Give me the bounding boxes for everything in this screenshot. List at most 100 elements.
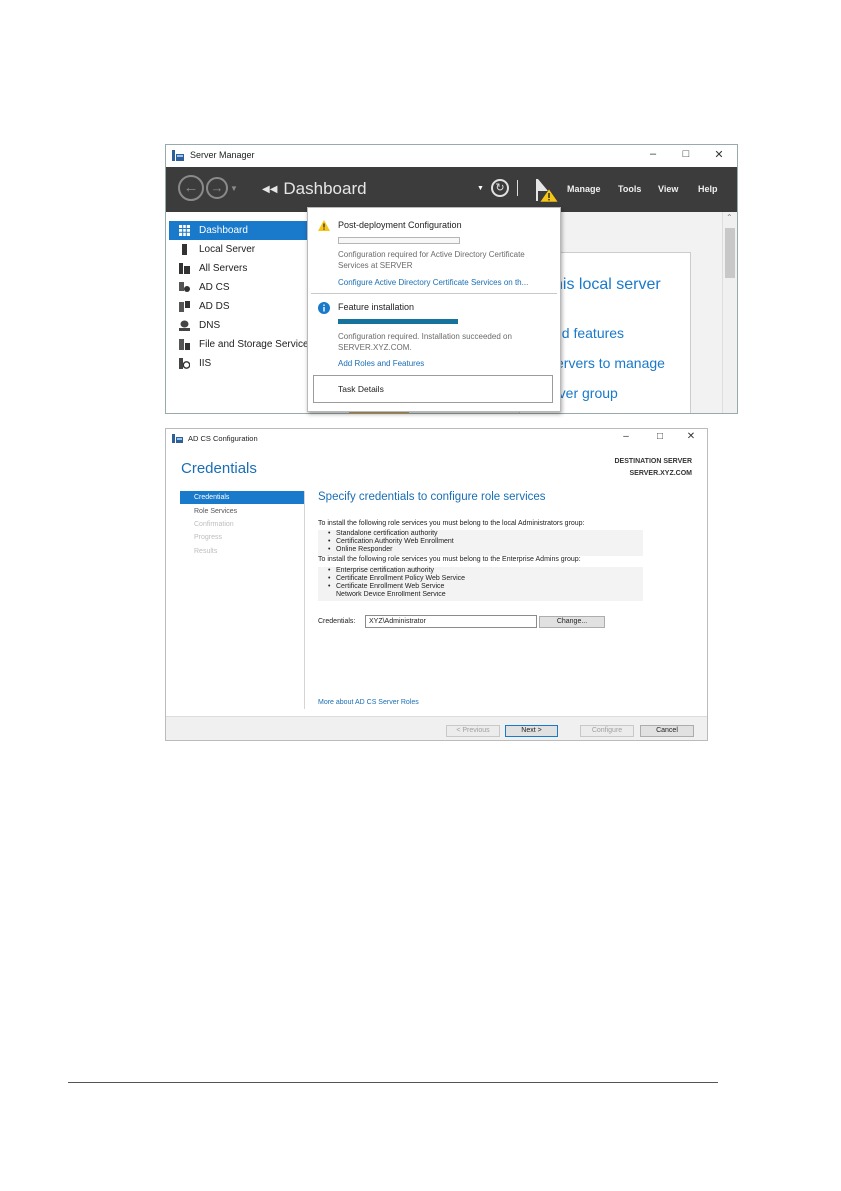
post-deploy-text: Configuration required for Active Direct… [338, 250, 525, 270]
create-server-group-link[interactable]: rver group [554, 385, 618, 401]
main-title: Specify credentials to configure role se… [318, 491, 546, 503]
sidebar-item-local-server[interactable]: Local Server [169, 240, 309, 259]
menu-help[interactable]: Help [698, 184, 718, 194]
vertical-scrollbar[interactable]: ⌃ [722, 212, 737, 413]
previous-button[interactable]: < Previous [446, 725, 500, 737]
configure-local-server-link[interactable]: his local server [554, 276, 661, 294]
menu-manage[interactable]: Manage [567, 184, 601, 194]
sidebar-item-label: DNS [199, 320, 221, 331]
nav-progress: Progress [194, 534, 223, 541]
local-admin-text: To install the following role services y… [318, 520, 585, 527]
sidebar-item-label: All Servers [199, 263, 248, 274]
add-roles-features-link[interactable]: Add Roles and Features [338, 359, 424, 368]
role-item: Standalone certification authority [328, 530, 438, 537]
wizard-footer: < Previous Next > Configure Cancel [166, 716, 707, 740]
warning-icon [318, 220, 330, 231]
sidebar-item-label: IIS [199, 358, 212, 369]
maximize-button[interactable]: □ [653, 431, 667, 442]
history-dropdown-icon[interactable]: ▼ [230, 184, 238, 193]
nav-divider [304, 491, 305, 709]
feature-install-progress-bar [338, 319, 458, 324]
nav-role-services[interactable]: Role Services [180, 505, 304, 518]
credentials-field[interactable]: XYZ\Administrator [365, 615, 537, 628]
notifications-flag-icon[interactable] [534, 177, 560, 203]
configure-button[interactable]: Configure [580, 725, 634, 737]
close-button[interactable]: ✕ [684, 431, 698, 442]
destination-server: DESTINATION SERVER SERVER.XYZ.COM [614, 456, 692, 480]
server-manager-app-icon [172, 150, 184, 161]
breadcrumb: ◀◀ Dashboard [262, 179, 367, 199]
title-bar: Server Manager – □ ✕ [166, 145, 737, 167]
sidebar-item-label: AD CS [199, 282, 230, 293]
nav-credentials[interactable]: Credentials [180, 491, 304, 504]
info-icon [318, 302, 330, 314]
sidebar-item-all-servers[interactable]: All Servers [169, 259, 309, 278]
menu-view[interactable]: View [658, 184, 678, 194]
breadcrumb-chevron-icon: ◀◀ [262, 184, 278, 195]
forward-button[interactable]: → [206, 177, 228, 199]
adcs-configuration-window: AD CS Configuration – □ ✕ Credentials DE… [165, 428, 708, 741]
destination-value: SERVER.XYZ.COM [629, 470, 693, 477]
add-servers-link[interactable]: servers to manage [549, 355, 665, 371]
role-item: Certificate Enrollment Policy Web Servic… [328, 575, 465, 582]
destination-label: DESTINATION SERVER [614, 458, 692, 465]
more-about-adcs-link[interactable]: More about AD CS Server Roles [318, 699, 419, 706]
change-button[interactable]: Change... [539, 616, 605, 628]
maximize-button[interactable]: □ [679, 148, 693, 160]
sidebar-item-dashboard[interactable]: Dashboard [169, 221, 309, 240]
nav-confirmation: Confirmation [194, 521, 234, 528]
sidebar-item-adcs[interactable]: AD CS [169, 278, 309, 297]
divider [311, 293, 557, 294]
sidebar-item-label: Local Server [199, 244, 256, 255]
all-servers-icon [179, 263, 190, 274]
toolbar: ← → ▼ ◀◀ Dashboard ▼ ↻ Manage Tools View … [166, 167, 737, 212]
breadcrumb-dropdown-icon[interactable]: ▼ [477, 185, 484, 192]
role-item: Enterprise certification authority [328, 567, 434, 574]
back-button[interactable]: ← [178, 175, 204, 201]
adds-icon [179, 301, 190, 312]
sidebar-item-label: File and Storage Service [199, 339, 309, 350]
dns-icon [179, 320, 190, 331]
window-title: Server Manager [190, 150, 255, 160]
task-details-button[interactable]: Task Details [313, 375, 553, 403]
file-storage-icon [179, 339, 190, 350]
cancel-button[interactable]: Cancel [640, 725, 694, 737]
adcs-app-icon [172, 434, 183, 443]
sidebar-item-adds[interactable]: AD DS [169, 297, 309, 316]
next-button[interactable]: Next > [505, 725, 558, 737]
breadcrumb-dashboard[interactable]: Dashboard [283, 179, 366, 198]
minimize-button[interactable]: – [646, 148, 660, 160]
post-deploy-title: Post-deployment Configuration [338, 220, 462, 230]
local-server-icon [182, 244, 187, 255]
post-deploy-progress-bar [338, 237, 460, 244]
page-heading: Credentials [181, 460, 257, 477]
role-item: Certification Authority Web Enrollment [328, 538, 454, 545]
refresh-icon[interactable]: ↻ [491, 179, 509, 197]
dashboard-grid-icon [179, 225, 190, 236]
sidebar-item-iis[interactable]: IIS [169, 354, 309, 373]
menu-tools[interactable]: Tools [618, 184, 641, 194]
add-roles-link[interactable]: nd features [554, 325, 624, 341]
scrollbar-thumb[interactable] [725, 228, 735, 278]
feature-install-text: Configuration required. Installation suc… [338, 332, 512, 352]
iis-icon [179, 358, 190, 369]
role-item: Network Device Enrollment Service [336, 591, 446, 600]
feature-install-title: Feature installation [338, 302, 415, 312]
role-item: Online Responder [328, 546, 393, 553]
scroll-up-arrow-icon[interactable]: ⌃ [726, 213, 733, 222]
notifications-popup: Post-deployment Configuration Configurat… [307, 207, 561, 412]
sidebar-item-label: AD DS [199, 301, 230, 312]
toolbar-divider [517, 180, 518, 196]
role-item: Certificate Enrollment Web Service [328, 583, 444, 590]
minimize-button[interactable]: – [619, 431, 633, 442]
close-button[interactable]: ✕ [712, 148, 726, 161]
sidebar-item-file-storage[interactable]: File and Storage Service [169, 335, 309, 354]
adcs-icon [179, 282, 190, 292]
sidebar-item-dns[interactable]: DNS [169, 316, 309, 335]
nav-results: Results [194, 548, 218, 555]
sidebar-item-label: Dashboard [199, 225, 248, 236]
credentials-label: Credentials: [318, 618, 356, 625]
enterprise-admin-text: To install the following role services y… [318, 556, 581, 563]
page-divider-line [68, 1082, 718, 1083]
configure-adcs-link[interactable]: Configure Active Directory Certificate S… [338, 278, 528, 287]
